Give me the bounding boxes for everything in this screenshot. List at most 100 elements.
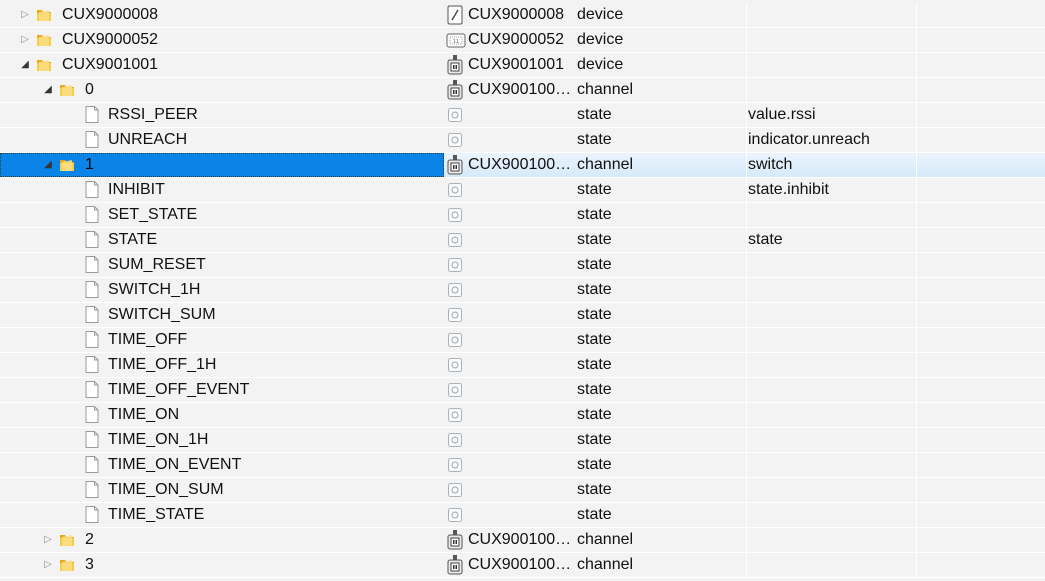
tree-name-cell[interactable]: ▷ 2: [0, 528, 444, 552]
tree-name-cell[interactable]: INHIBIT: [0, 178, 444, 202]
tree-id-cell: [444, 503, 574, 527]
tree-id-cell: [444, 203, 574, 227]
tree-name-cell[interactable]: TIME_OFF: [0, 328, 444, 352]
tree-row[interactable]: TIME_STATE state: [0, 503, 1045, 528]
tree-row[interactable]: UNREACH state indicator.unreach: [0, 128, 1045, 153]
tree-extra-cell: [916, 328, 1045, 352]
tree-row[interactable]: ◢ CUX9001001 CUX9001001 device: [0, 53, 1045, 78]
tree-id-cell: [444, 103, 574, 127]
tree-name-cell[interactable]: UNREACH: [0, 128, 444, 152]
tree-extra-cell: [916, 553, 1045, 577]
tree-row[interactable]: SWITCH_1H state: [0, 278, 1045, 303]
tree-name-cell[interactable]: TIME_OFF_1H: [0, 353, 444, 377]
tree-row[interactable]: ◢ 1 CUX900100… channel switch: [0, 153, 1045, 178]
object-type: state: [577, 181, 612, 198]
object-name: 3: [85, 556, 94, 573]
tree-name-cell[interactable]: RSSI_PEER: [0, 103, 444, 127]
collapsed-toggle-icon[interactable]: ▷: [20, 34, 30, 46]
object-type: state: [577, 131, 612, 148]
tree-name-cell[interactable]: ▷ CUX9000008: [0, 3, 444, 27]
tree-extra-cell: [916, 278, 1045, 302]
tree-row[interactable]: TIME_ON_1H state: [0, 428, 1045, 453]
tree-row[interactable]: TIME_OFF_1H state: [0, 353, 1045, 378]
tree-row[interactable]: TIME_ON state: [0, 403, 1045, 428]
tree-id-cell: [444, 378, 574, 402]
tree-name-cell[interactable]: ◢ 1: [0, 153, 444, 177]
collapsed-toggle-icon[interactable]: ▷: [20, 9, 30, 21]
tree-role-cell: [746, 28, 917, 52]
tree-id-cell: [444, 478, 574, 502]
tree-name-cell[interactable]: TIME_ON_SUM: [0, 478, 444, 502]
tree-row[interactable]: RSSI_PEER state value.rssi: [0, 103, 1045, 128]
object-type: state: [577, 381, 612, 398]
tree-role-cell: [746, 3, 917, 27]
tree-row[interactable]: ▷ 3 CUX900100… channel: [0, 553, 1045, 578]
object-id: CUX9000008: [468, 6, 565, 23]
tree-name-cell[interactable]: TIME_ON_EVENT: [0, 453, 444, 477]
tree-extra-cell: [916, 378, 1045, 402]
expanded-toggle-icon[interactable]: ◢: [20, 59, 30, 71]
tree-name-cell[interactable]: TIME_ON: [0, 403, 444, 427]
tree-row[interactable]: ◢ 0 CUX900100… channel: [0, 78, 1045, 103]
object-type: state: [577, 106, 612, 123]
object-role: value.rssi: [748, 106, 816, 123]
object-name: TIME_ON: [108, 406, 180, 423]
tree-row[interactable]: TIME_OFF_EVENT state: [0, 378, 1045, 403]
tree-row[interactable]: TIME_OFF state: [0, 328, 1045, 353]
folder-icon: [36, 32, 52, 48]
state-icon: [448, 483, 462, 497]
tree-name-cell[interactable]: ◢ CUX9001001: [0, 53, 444, 77]
tree-row[interactable]: SUM_RESET state: [0, 253, 1045, 278]
object-type: channel: [577, 156, 634, 173]
tree-id-cell: CUX900100…: [444, 78, 574, 102]
object-name: STATE: [108, 231, 158, 248]
expanded-toggle-icon[interactable]: ◢: [43, 84, 53, 96]
tree-id-cell: [444, 353, 574, 377]
tree-name-cell[interactable]: ◢ 0: [0, 78, 444, 102]
expanded-toggle-icon[interactable]: ◢: [43, 159, 53, 171]
file-icon: [85, 306, 99, 323]
plug-device-icon: [446, 530, 464, 550]
tree-row[interactable]: ▷ CUX9000008 CUX9000008 device: [0, 3, 1045, 28]
tree-id-cell: [444, 303, 574, 327]
plug-device-icon: [446, 155, 464, 175]
state-icon: [448, 233, 462, 247]
tree-name-cell[interactable]: TIME_OFF_EVENT: [0, 378, 444, 402]
object-name: SWITCH_SUM: [108, 306, 216, 323]
tree-row[interactable]: ▷ 2 CUX900100… channel: [0, 528, 1045, 553]
tree-name-cell[interactable]: SET_STATE: [0, 203, 444, 227]
tree-id-cell: [444, 278, 574, 302]
state-icon: [448, 258, 462, 272]
tree-name-cell[interactable]: ▷ CUX9000052: [0, 28, 444, 52]
tree-row[interactable]: TIME_ON_EVENT state: [0, 453, 1045, 478]
tree-row[interactable]: INHIBIT state state.inhibit: [0, 178, 1045, 203]
object-type: state: [577, 206, 612, 223]
tree-name-cell[interactable]: SUM_RESET: [0, 253, 444, 277]
state-icon: [448, 508, 462, 522]
tree-row[interactable]: SWITCH_SUM state: [0, 303, 1045, 328]
state-icon: [448, 133, 462, 147]
collapsed-toggle-icon[interactable]: ▷: [43, 559, 53, 571]
file-icon: [85, 406, 99, 423]
tree-row[interactable]: STATE state state: [0, 228, 1045, 253]
object-name: SET_STATE: [108, 206, 198, 223]
tree-row[interactable]: SET_STATE state: [0, 203, 1045, 228]
tree-name-cell[interactable]: SWITCH_SUM: [0, 303, 444, 327]
tree-extra-cell: [916, 428, 1045, 452]
tree-name-cell[interactable]: TIME_STATE: [0, 503, 444, 527]
collapsed-toggle-icon[interactable]: ▷: [43, 534, 53, 546]
tree-name-cell[interactable]: SWITCH_1H: [0, 278, 444, 302]
tree-name-cell[interactable]: TIME_ON_1H: [0, 428, 444, 452]
tree-type-cell: state: [574, 203, 746, 227]
tree-role-cell: [746, 453, 917, 477]
tree-type-cell: state: [574, 328, 746, 352]
tree-name-cell[interactable]: ▷ 3: [0, 553, 444, 577]
tree-role-cell: state: [746, 228, 917, 252]
tree-name-cell[interactable]: STATE: [0, 228, 444, 252]
tree-row[interactable]: TIME_ON_SUM state: [0, 478, 1045, 503]
tree-row[interactable]: ▷ CUX9000052 11 CUX9000052 device: [0, 28, 1045, 53]
tree-id-cell: [444, 228, 574, 252]
file-icon: [85, 331, 99, 348]
object-name: 1: [85, 156, 94, 173]
tree-id-cell: [444, 328, 574, 352]
